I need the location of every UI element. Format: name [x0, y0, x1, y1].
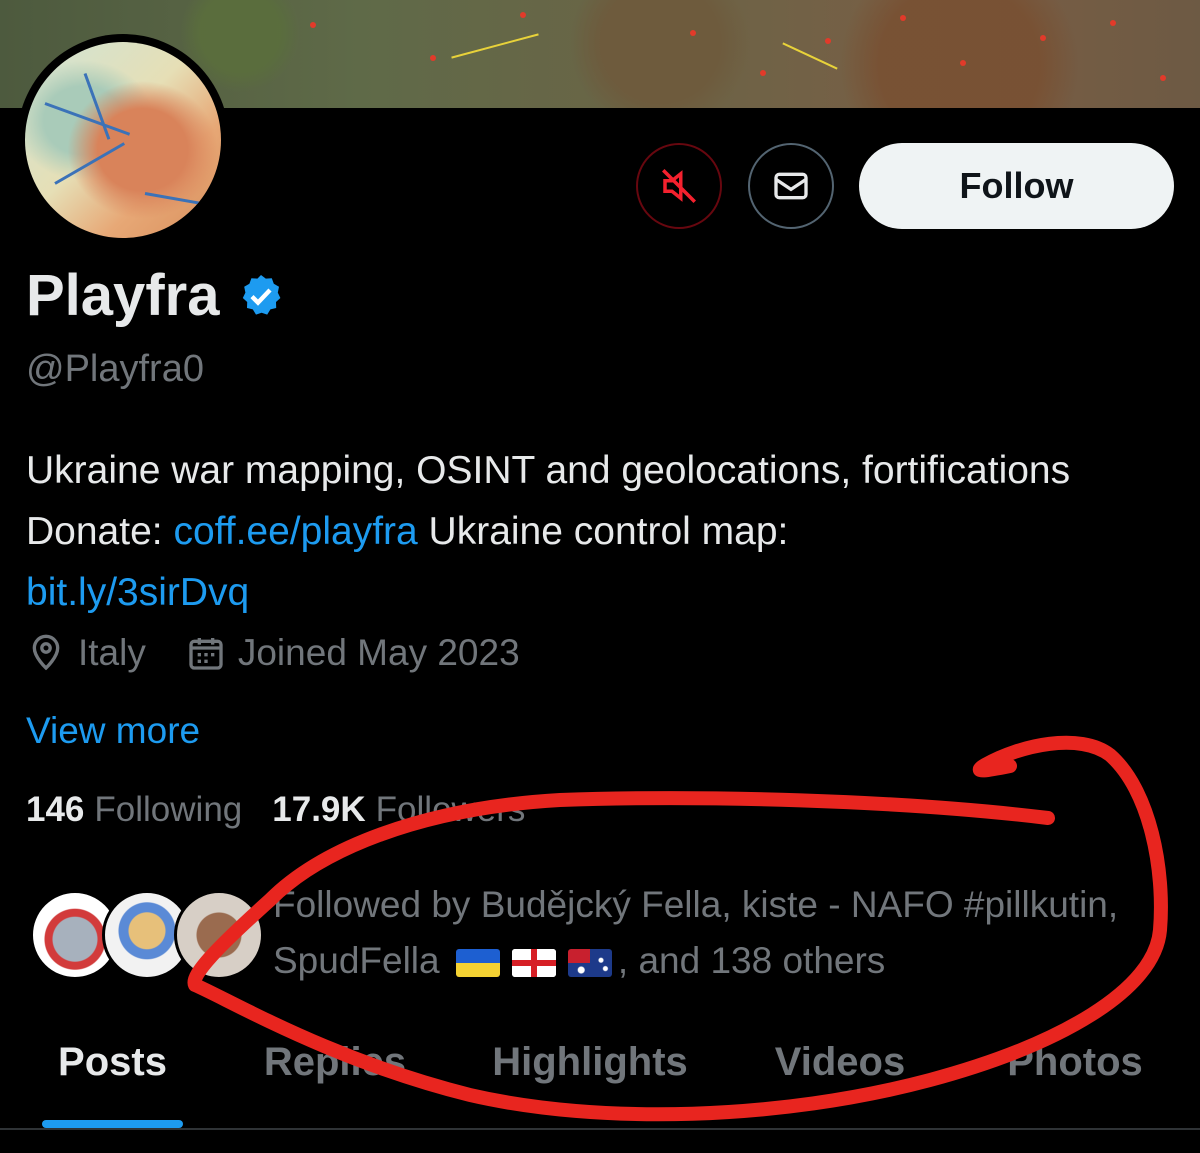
location-item: Italy — [26, 632, 146, 674]
follow-stats: 146 Following 17.9K Followers — [26, 790, 555, 830]
followers-you-know-avatars[interactable] — [30, 890, 264, 980]
tab-replies[interactable]: Replies — [250, 1040, 420, 1130]
avatar[interactable] — [25, 42, 221, 238]
bio-text-2: Ukraine control map: — [417, 510, 789, 553]
profile-meta: Italy Joined May 2023 — [26, 632, 560, 674]
profile-name: Playfra — [26, 263, 220, 328]
followers-count: 17.9K — [272, 790, 366, 829]
profile-tabs: Posts Replies Highlights Videos Photos — [0, 1040, 1200, 1130]
message-button[interactable] — [748, 143, 834, 229]
joined-item: Joined May 2023 — [186, 632, 520, 674]
tab-videos[interactable]: Videos — [760, 1040, 920, 1130]
followed-by-text[interactable]: Followed by Budějcký Fella, kiste - NAFO… — [273, 877, 1173, 989]
ukraine-flag-icon — [455, 949, 500, 978]
tab-posts[interactable]: Posts — [42, 1040, 183, 1130]
followers-stat[interactable]: 17.9K Followers — [272, 790, 525, 830]
profile-bio: Ukraine war mapping, OSINT and geolocati… — [26, 440, 1186, 623]
following-stat[interactable]: 146 Following — [26, 790, 242, 830]
following-count: 146 — [26, 790, 85, 829]
tab-highlights[interactable]: Highlights — [470, 1040, 710, 1130]
active-tab-indicator — [42, 1120, 183, 1128]
profile-name-row: Playfra — [26, 262, 285, 329]
tabs-divider — [0, 1128, 1200, 1130]
muted-speaker-icon — [662, 169, 696, 203]
verified-badge-icon — [243, 274, 281, 315]
avatar-frame[interactable] — [17, 34, 229, 246]
view-more-link[interactable]: View more — [26, 710, 200, 752]
joined-date: Joined May 2023 — [237, 632, 520, 673]
australia-flag-icon — [567, 949, 612, 978]
location-text: Italy — [78, 632, 146, 673]
tab-photos[interactable]: Photos — [990, 1040, 1160, 1130]
control-map-link[interactable]: bit.ly/3sirDvq — [26, 571, 249, 614]
follow-button[interactable]: Follow — [859, 143, 1174, 229]
profile-handle: @Playfra0 — [26, 348, 204, 390]
follower-avatar[interactable] — [174, 890, 264, 980]
location-pin-icon — [32, 634, 60, 671]
followers-label: Followers — [375, 790, 526, 829]
followed-by-suffix: , and 138 others — [617, 940, 886, 981]
envelope-icon — [774, 172, 808, 200]
georgia-flag-icon — [511, 949, 556, 978]
calendar-icon — [189, 638, 223, 670]
unmute-button[interactable] — [636, 143, 722, 229]
following-label: Following — [94, 790, 243, 829]
donate-link[interactable]: coff.ee/playfra — [173, 510, 417, 553]
